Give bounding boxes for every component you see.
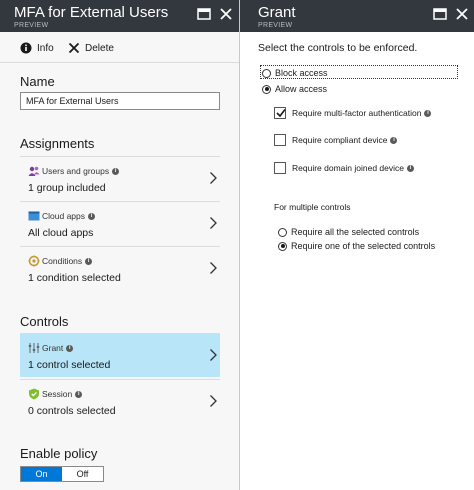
grant-blade-header: Grant PREVIEW <box>240 0 474 32</box>
info-icon[interactable]: i <box>88 212 96 220</box>
info-icon[interactable]: i <box>390 136 398 144</box>
checkmark-icon <box>276 109 286 118</box>
cloud-apps-value: All cloud apps <box>28 227 94 239</box>
enable-policy-toggle: On Off <box>20 466 104 482</box>
block-access-radio[interactable]: Block access <box>262 68 328 78</box>
conditions-icon <box>28 255 40 267</box>
require-compliant-device-checkbox[interactable]: Require compliant device i <box>274 134 398 146</box>
policy-blade-header: MFA for External Users PREVIEW <box>0 0 239 32</box>
require-one-radio[interactable]: Require one of the selected controls <box>278 241 435 251</box>
grant-value: 1 control selected <box>28 359 111 371</box>
require-domain-joined-label: Require domain joined device <box>292 163 404 173</box>
delete-button-label: Delete <box>85 42 114 54</box>
chevron-right-icon <box>209 394 218 408</box>
toggle-off-button[interactable]: Off <box>62 467 103 481</box>
session-icon <box>28 388 40 400</box>
conditions-item[interactable]: Conditions i 1 condition selected <box>20 246 220 290</box>
info-icon[interactable]: i <box>75 390 83 398</box>
chevron-right-icon <box>209 261 218 275</box>
close-icon[interactable] <box>218 6 234 22</box>
delete-x-icon <box>68 42 80 54</box>
conditions-label: Conditions <box>42 256 83 266</box>
cloud-apps-label: Cloud apps <box>42 211 86 221</box>
grant-instruction: Select the controls to be enforced. <box>258 42 418 54</box>
cloud-app-icon <box>28 210 40 222</box>
info-icon <box>20 42 32 54</box>
assignments-section-label: Assignments <box>20 136 95 151</box>
grant-blade-title: Grant <box>258 4 296 21</box>
info-icon[interactable]: i <box>66 344 74 352</box>
close-icon[interactable] <box>454 6 470 22</box>
cloud-apps-item[interactable]: Cloud apps i All cloud apps <box>20 201 220 245</box>
toolbar-divider <box>0 62 239 63</box>
info-icon[interactable]: i <box>85 257 93 265</box>
require-all-radio[interactable]: Require all the selected controls <box>278 227 419 237</box>
session-label: Session <box>42 389 73 399</box>
info-icon[interactable]: i <box>112 167 120 175</box>
require-domain-joined-checkbox[interactable]: Require domain joined device i <box>274 162 414 174</box>
checkbox-box <box>274 134 286 146</box>
grant-blade-subtitle: PREVIEW <box>258 22 293 29</box>
checkbox-box <box>274 162 286 174</box>
session-item[interactable]: Session i 0 controls selected <box>20 379 220 423</box>
delete-button[interactable]: Delete <box>68 40 114 56</box>
chevron-right-icon <box>209 348 218 362</box>
require-mfa-label: Require multi-factor authentication <box>292 108 422 118</box>
require-one-label: Require one of the selected controls <box>291 241 436 251</box>
maximize-icon[interactable] <box>432 6 448 22</box>
radio-circle <box>262 84 271 94</box>
conditions-value: 1 condition selected <box>28 272 121 284</box>
checkbox-box <box>274 107 286 119</box>
require-all-label: Require all the selected controls <box>291 227 420 237</box>
multiple-controls-label: For multiple controls <box>274 202 351 212</box>
radio-circle <box>278 241 287 251</box>
policy-blade-subtitle: PREVIEW <box>14 22 49 29</box>
maximize-icon[interactable] <box>196 6 212 22</box>
info-button-label: Info <box>37 42 54 54</box>
enable-policy-label: Enable policy <box>20 446 98 461</box>
grant-label: Grant <box>42 343 64 353</box>
require-compliant-device-label: Require compliant device <box>292 135 388 145</box>
info-button[interactable]: Info <box>20 40 54 56</box>
policy-blade: MFA for External Users PREVIEW Info Dele… <box>0 0 240 490</box>
policy-toolbar: Info Delete <box>0 38 239 58</box>
chevron-right-icon <box>209 216 218 230</box>
require-mfa-checkbox[interactable]: Require multi-factor authentication i <box>274 107 432 119</box>
radio-circle <box>262 68 271 78</box>
users-and-groups-value: 1 group included <box>28 182 106 194</box>
session-value: 0 controls selected <box>28 405 116 417</box>
users-and-groups-label: Users and groups <box>42 166 110 176</box>
block-access-label: Block access <box>275 68 328 78</box>
grant-item[interactable]: Grant i 1 control selected <box>20 333 220 377</box>
info-icon[interactable]: i <box>407 164 414 172</box>
allow-access-label: Allow access <box>275 84 328 94</box>
users-icon <box>28 165 40 177</box>
policy-name-input[interactable] <box>20 92 220 110</box>
grant-icon <box>28 342 40 354</box>
policy-blade-title: MFA for External Users <box>14 4 169 21</box>
controls-section-label: Controls <box>20 314 69 329</box>
users-and-groups-item[interactable]: Users and groups i 1 group included <box>20 156 220 200</box>
chevron-right-icon <box>209 171 218 185</box>
name-section-label: Name <box>20 74 55 89</box>
allow-access-radio[interactable]: Allow access <box>262 84 327 94</box>
toggle-on-button[interactable]: On <box>21 467 62 481</box>
info-icon[interactable]: i <box>424 109 432 117</box>
radio-circle <box>278 227 287 237</box>
